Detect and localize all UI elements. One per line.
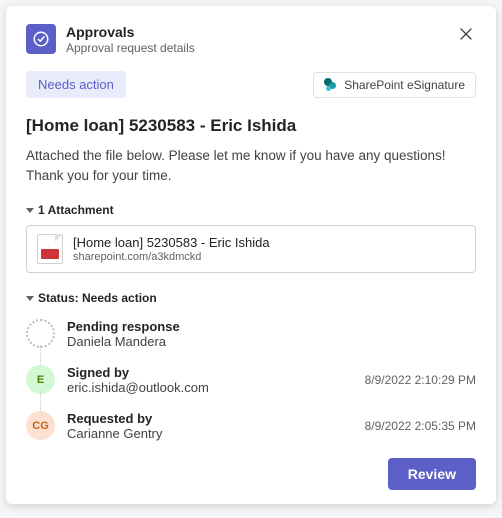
avatar-pending: [26, 319, 55, 348]
timeline-item-requested: CG Requested by Carianne Gentry 8/9/2022…: [26, 405, 476, 451]
timeline-label: Requested by: [67, 411, 353, 426]
sharepoint-esignature-badge: SharePoint eSignature: [313, 72, 476, 98]
avatar: E: [26, 365, 55, 394]
status-header[interactable]: Status: Needs action: [26, 291, 476, 305]
pdf-file-icon: [37, 234, 63, 264]
close-button[interactable]: [456, 24, 476, 44]
approval-dialog: Approvals Approval request details Needs…: [6, 6, 496, 504]
timeline-item-pending: Pending response Daniela Mandera: [26, 313, 476, 359]
timeline-time: 8/9/2022 2:10:29 PM: [365, 373, 476, 387]
timeline-item-signed: E Signed by eric.ishida@outlook.com 8/9/…: [26, 359, 476, 405]
sharepoint-icon: [324, 78, 338, 92]
timeline-user: Daniela Mandera: [67, 334, 464, 349]
timeline-time: 8/9/2022 2:05:35 PM: [365, 419, 476, 433]
chevron-down-icon: [26, 208, 34, 213]
dialog-title: Approvals: [66, 24, 446, 40]
request-body: Attached the file below. Please let me k…: [26, 146, 476, 185]
attachment-link: sharepoint.com/a3kdmckd: [73, 251, 270, 263]
status-badge-needs-action: Needs action: [26, 71, 126, 98]
timeline-label: Pending response: [67, 319, 464, 334]
avatar: CG: [26, 411, 55, 440]
attachment-name: [Home loan] 5230583 - Eric Ishida: [73, 235, 270, 250]
review-button[interactable]: Review: [388, 458, 476, 490]
approvals-app-icon: [26, 24, 56, 54]
dialog-header: Approvals Approval request details: [26, 24, 476, 55]
close-icon: [459, 27, 473, 41]
attachments-count: 1 Attachment: [38, 203, 114, 217]
status-timeline: Pending response Daniela Mandera E Signe…: [26, 313, 476, 451]
dialog-subtitle: Approval request details: [66, 41, 446, 55]
request-title: [Home loan] 5230583 - Eric Ishida: [26, 116, 476, 136]
chevron-down-icon: [26, 296, 34, 301]
timeline-user: Carianne Gentry: [67, 426, 353, 441]
sharepoint-label: SharePoint eSignature: [344, 78, 465, 92]
attachments-header[interactable]: 1 Attachment: [26, 203, 476, 217]
status-label: Status: Needs action: [38, 291, 157, 305]
timeline-user: eric.ishida@outlook.com: [67, 380, 353, 395]
timeline-label: Signed by: [67, 365, 353, 380]
attachment-item[interactable]: [Home loan] 5230583 - Eric Ishida sharep…: [26, 225, 476, 273]
